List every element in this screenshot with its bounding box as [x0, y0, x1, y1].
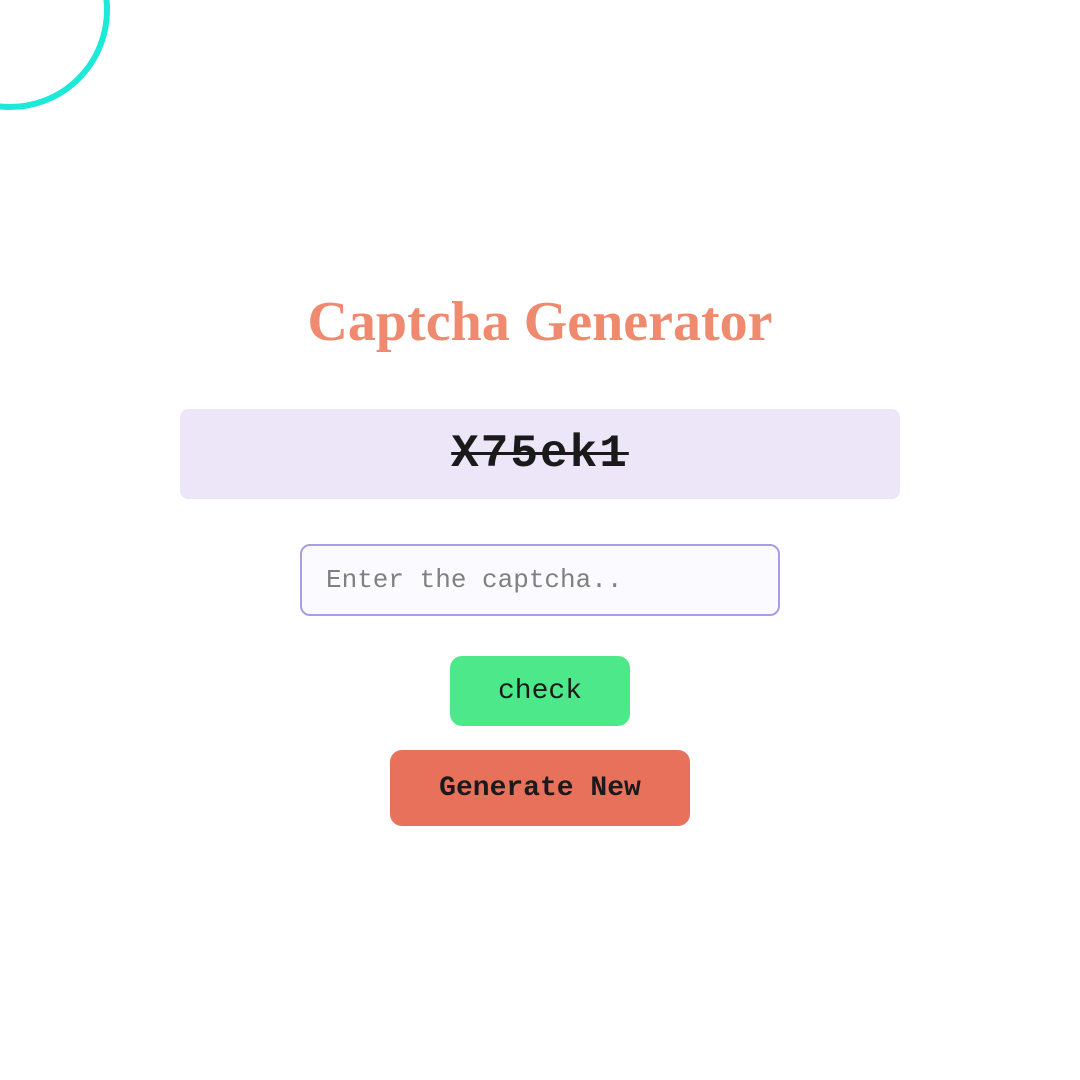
captcha-input[interactable]	[300, 544, 780, 616]
check-button[interactable]: check	[450, 656, 630, 726]
captcha-display-box: X75ek1	[180, 409, 900, 499]
generate-button[interactable]: Generate New	[390, 750, 690, 826]
main-container: Captcha Generator X75ek1 check Generate …	[0, 0, 1080, 826]
page-title: Captcha Generator	[307, 290, 772, 354]
captcha-code: X75ek1	[451, 428, 629, 480]
